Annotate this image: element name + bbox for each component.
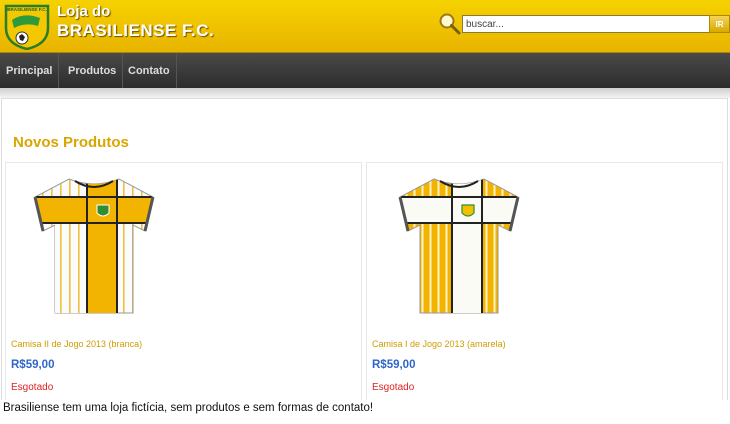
caption-text: Brasiliense tem uma loja fictícia, sem p… (3, 402, 374, 414)
search-icon[interactable] (438, 12, 462, 36)
product-price: R$59,00 (372, 359, 416, 371)
logo-text: BRASILIENSE F.C. (7, 7, 47, 12)
nav-shadow (0, 88, 730, 98)
site-header: BRASILIENSE F.C. Loja do BRASILIENSE F.C… (0, 0, 730, 53)
product-image-white-shirt[interactable] (29, 173, 159, 323)
product-card[interactable]: Camisa II de Jogo 2013 (branca) R$59,00 … (5, 162, 362, 400)
product-name[interactable]: Camisa II de Jogo 2013 (branca) (11, 339, 142, 349)
site-title-line2: BRASILIENSE F.C. (57, 21, 215, 40)
product-image-yellow-shirt[interactable] (394, 173, 524, 323)
section-title: Novos Produtos (13, 134, 129, 151)
nav-item-produtos[interactable]: Produtos (62, 53, 124, 88)
club-logo[interactable]: BRASILIENSE F.C. (2, 2, 52, 50)
product-status: Esgotado (372, 382, 415, 393)
site-title-line1: Loja do (57, 3, 111, 20)
product-status: Esgotado (11, 382, 54, 393)
main-nav: Principal Produtos Contato (0, 53, 730, 88)
product-name[interactable]: Camisa I de Jogo 2013 (amarela) (372, 339, 506, 349)
nav-item-contato[interactable]: Contato (122, 53, 177, 88)
search-submit-button[interactable]: IR (709, 15, 730, 33)
product-card[interactable]: Camisa I de Jogo 2013 (amarela) R$59,00 … (366, 162, 723, 400)
product-price: R$59,00 (11, 359, 55, 371)
search-input[interactable] (462, 15, 710, 33)
nav-item-principal[interactable]: Principal (0, 53, 60, 88)
